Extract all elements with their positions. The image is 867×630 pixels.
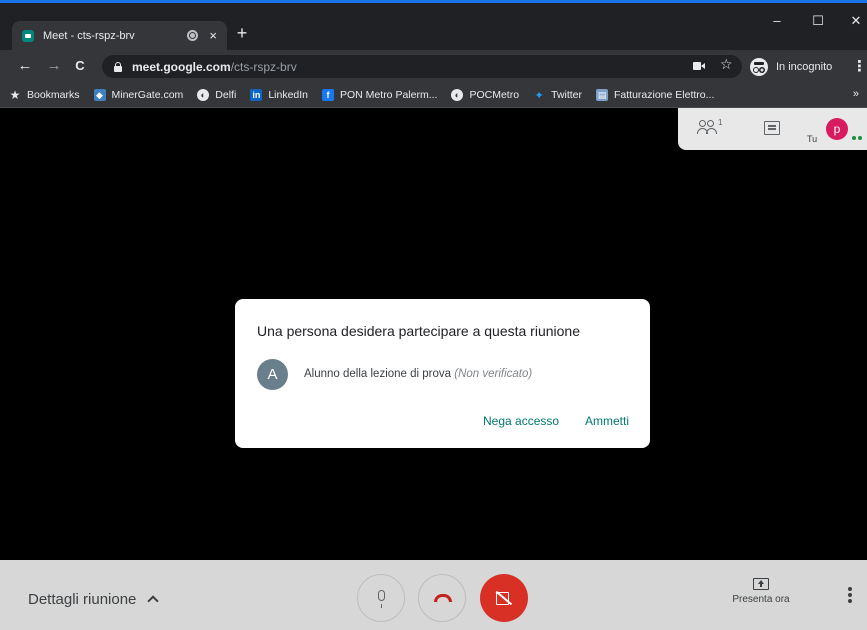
requester-name: Alunno della lezione di prova (304, 368, 452, 380)
tab-meet[interactable]: Meet - cts-rspz-brv × (12, 21, 227, 50)
url-path: /cts-rspz-brv (230, 59, 297, 74)
bookmarks-overflow-icon[interactable]: » (853, 88, 859, 100)
chevron-up-icon (147, 595, 160, 607)
tab-title: Meet - cts-rspz-brv (43, 29, 135, 42)
hang-up-button[interactable] (418, 574, 466, 622)
browser-toolbar: ← → C meet.google.com/cts-rspz-brv ☆ In … (0, 50, 867, 83)
bookmark-label: PON Metro Palerm... (340, 89, 438, 101)
bookmark-label: MinerGate.com (111, 89, 184, 101)
camera-in-use-icon[interactable] (693, 62, 705, 70)
bookmark-item-pon-metro[interactable]: f PON Metro Palerm... (322, 89, 437, 101)
meeting-top-panel: 1 Tu p (678, 108, 867, 150)
join-request-dialog: Una persona desidera partecipare a quest… (235, 299, 650, 448)
globe-icon: ◐ (197, 89, 210, 101)
facebook-icon: f (322, 89, 335, 101)
bookmark-label: Delfi (215, 89, 237, 101)
people-count: 1 (718, 118, 723, 127)
bookmark-label: Twitter (551, 89, 582, 101)
bookmark-item-linkedin[interactable]: in LinkedIn (250, 89, 308, 101)
present-now-button[interactable]: Presenta ora (728, 578, 794, 605)
present-screen-icon (753, 578, 769, 590)
incognito-badge[interactable]: In incognito (750, 55, 832, 78)
requester-avatar: A (257, 359, 288, 390)
bookmark-item-pocmetro[interactable]: ◐ POCMetro (451, 89, 519, 101)
tab-bar: Meet - cts-rspz-brv × + – ☐ ✕ (0, 3, 867, 50)
requester-status: (Non verificato) (454, 368, 533, 380)
incognito-label: In incognito (776, 60, 833, 73)
reload-button[interactable]: C (71, 56, 89, 76)
incognito-icon (750, 57, 768, 76)
tab-close-icon[interactable]: × (209, 28, 217, 43)
browser-menu-icon[interactable]: ⋮ (852, 57, 867, 75)
microphone-icon (378, 590, 385, 608)
browser-chrome: Meet - cts-rspz-brv × + – ☐ ✕ ← → C meet… (0, 0, 867, 108)
maximize-button[interactable]: ☐ (808, 13, 828, 29)
more-options-icon[interactable] (848, 593, 852, 597)
present-now-label: Presenta ora (732, 594, 790, 605)
back-button[interactable]: ← (16, 56, 34, 76)
invoice-icon: ▤ (595, 89, 608, 101)
camera-off-icon (496, 592, 513, 605)
microphone-button[interactable] (357, 574, 405, 622)
meet-favicon-icon (22, 29, 34, 42)
chat-icon[interactable] (764, 121, 780, 135)
globe-icon: ◐ (451, 89, 464, 101)
meeting-details-button[interactable]: Dettagli riunione (28, 591, 160, 608)
dialog-title: Una persona desidera partecipare a quest… (257, 323, 580, 339)
bookmark-label: POCMetro (469, 89, 520, 101)
meeting-controls-bar: Dettagli riunione Presenta ora (0, 560, 867, 630)
bookmark-item-bookmarks[interactable]: ★ Bookmarks (9, 88, 80, 102)
star-icon: ★ (9, 88, 21, 102)
deny-access-button[interactable]: Nega accesso (483, 414, 559, 428)
minergate-icon: ◆ (93, 89, 106, 101)
recording-indicator-icon (187, 30, 199, 41)
bookmark-item-delfi[interactable]: ◐ Delfi (197, 89, 236, 101)
camera-toggle-button[interactable] (480, 574, 528, 622)
linkedin-icon: in (250, 89, 263, 101)
bookmark-label: Fatturazione Elettro... (613, 89, 715, 101)
address-bar[interactable]: meet.google.com/cts-rspz-brv (102, 55, 742, 78)
self-label: Tu (807, 134, 818, 144)
new-tab-button[interactable]: + (234, 23, 250, 44)
bookmark-label: LinkedIn (268, 89, 309, 101)
phone-hangup-icon (434, 594, 452, 602)
twitter-icon: ✦ (534, 89, 544, 102)
meeting-details-label: Dettagli riunione (28, 591, 137, 608)
bookmark-label: Bookmarks (27, 89, 80, 101)
bookmark-item-fatturazione[interactable]: ▤ Fatturazione Elettro... (595, 89, 715, 101)
close-window-button[interactable]: ✕ (846, 13, 866, 29)
bookmark-item-minergate[interactable]: ◆ MinerGate.com (93, 89, 184, 101)
admit-button[interactable]: Ammetti (585, 414, 629, 428)
bookmarks-bar: ★ Bookmarks ◆ MinerGate.com ◐ Delfi in L… (0, 83, 867, 108)
url-host: meet.google.com (132, 59, 231, 74)
forward-button[interactable]: → (45, 56, 63, 76)
lock-icon (114, 61, 122, 72)
requester-info: Alunno della lezione di prova (Non verif… (304, 368, 532, 380)
self-avatar[interactable]: p (826, 118, 848, 140)
minimize-button[interactable]: – (767, 13, 787, 28)
audio-level-indicator (852, 136, 856, 140)
bookmark-star-icon[interactable]: ☆ (720, 56, 733, 73)
bookmark-item-twitter[interactable]: ✦ Twitter (533, 89, 582, 102)
